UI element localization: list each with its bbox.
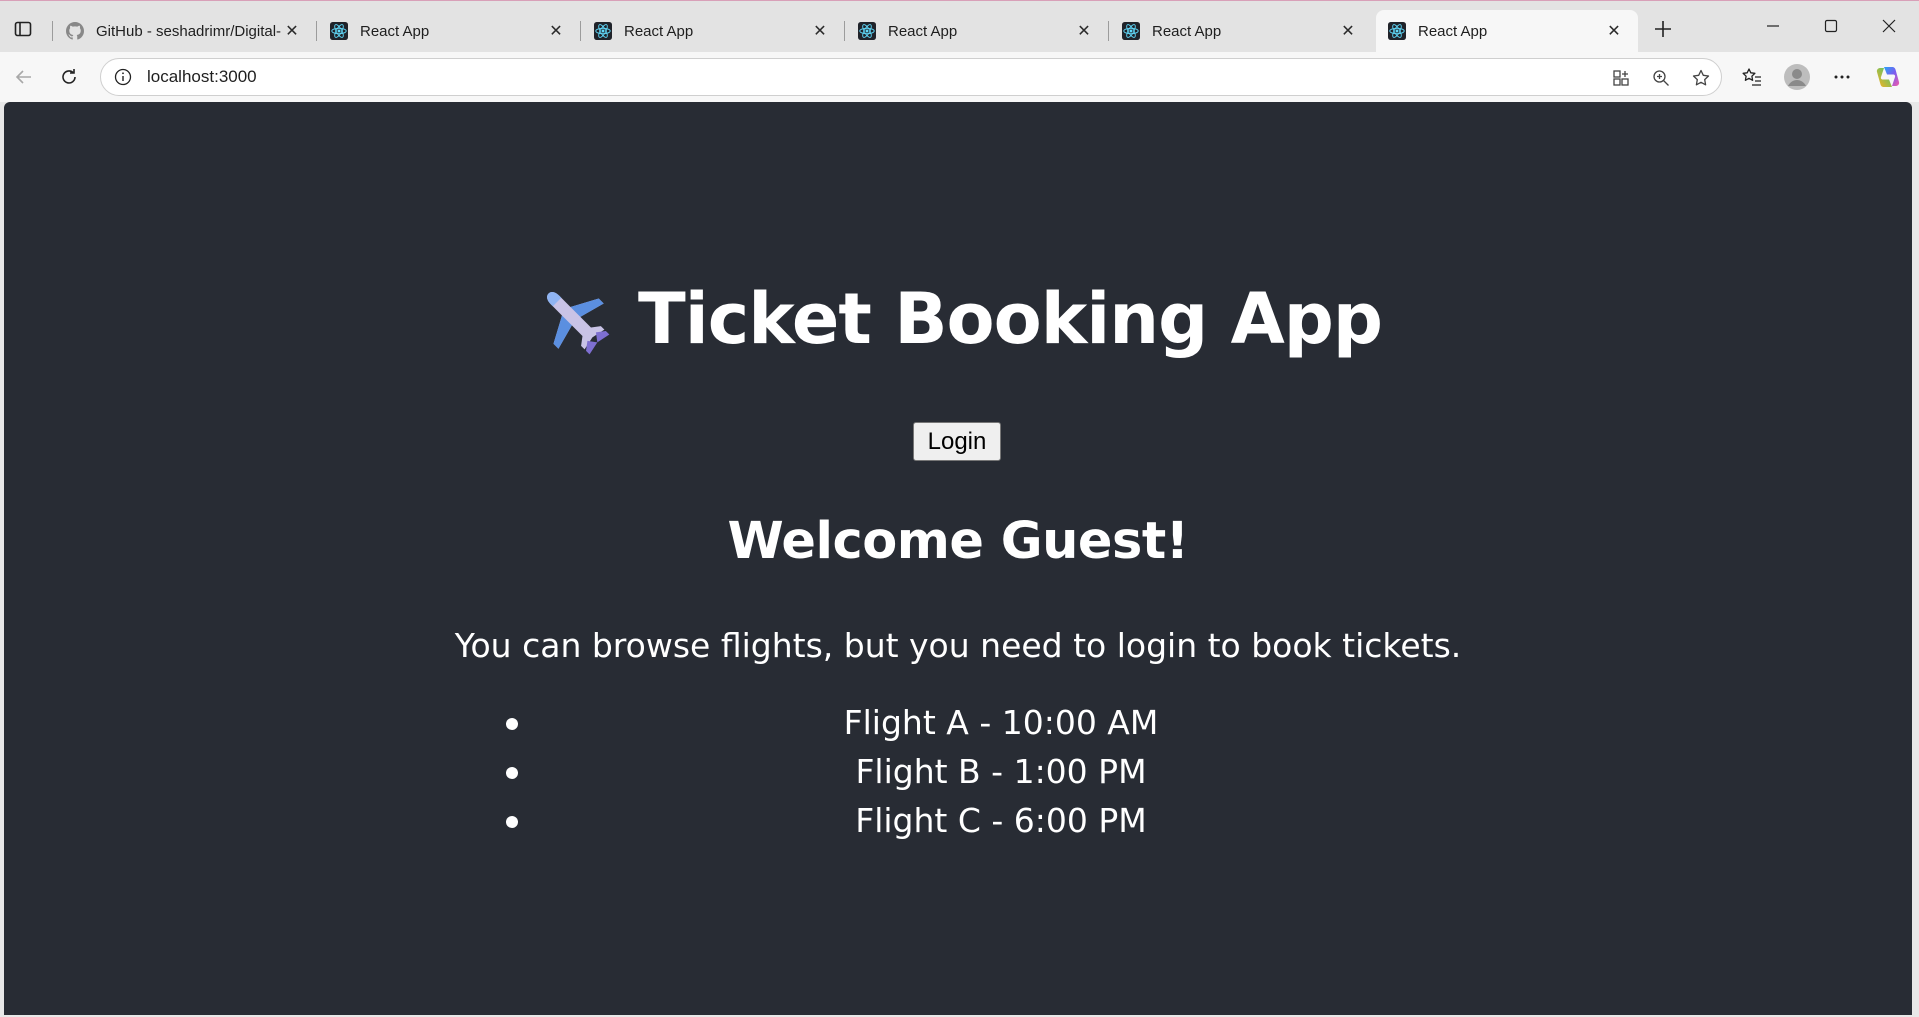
login-button[interactable]: Login bbox=[913, 422, 1001, 461]
browser-toolbar: localhost:3000 bbox=[0, 52, 1919, 102]
tab-title: React App bbox=[1418, 22, 1488, 40]
react-icon bbox=[1388, 22, 1406, 40]
tab-title: React App bbox=[624, 22, 694, 40]
react-icon bbox=[594, 22, 612, 40]
new-tab-icon[interactable] bbox=[1648, 14, 1678, 44]
refresh-icon[interactable] bbox=[53, 61, 85, 93]
tab-strip: GitHub - seshadrimr/Digital- ✕ React App… bbox=[0, 1, 1919, 52]
airplane-icon bbox=[547, 292, 610, 355]
minimize-icon[interactable] bbox=[1748, 9, 1798, 43]
close-tab-icon[interactable]: ✕ bbox=[1604, 21, 1624, 41]
flight-item: Flight A - 10:00 AM bbox=[506, 698, 1466, 747]
browser-window: GitHub - seshadrimr/Digital- ✕ React App… bbox=[0, 0, 1919, 1017]
browse-message: You can browse flights, but you need to … bbox=[454, 626, 1462, 665]
tab-github[interactable]: GitHub - seshadrimr/Digital- ✕ bbox=[52, 10, 316, 52]
flight-list: Flight A - 10:00 AM Flight B - 1:00 PM F… bbox=[506, 698, 1466, 845]
app-page: Ticket Booking App Login Welcome Guest! … bbox=[4, 102, 1912, 1015]
react-icon bbox=[330, 22, 348, 40]
copilot-icon[interactable] bbox=[1872, 61, 1904, 93]
address-bar[interactable]: localhost:3000 bbox=[100, 58, 1722, 96]
close-tab-icon[interactable]: ✕ bbox=[810, 21, 830, 41]
react-icon bbox=[858, 22, 876, 40]
site-info-icon[interactable] bbox=[111, 65, 135, 89]
app-available-icon[interactable] bbox=[1601, 68, 1641, 88]
tab-react-app[interactable]: React App ✕ bbox=[1108, 10, 1372, 52]
tab-title: React App bbox=[360, 22, 430, 40]
welcome-heading: Welcome Guest! bbox=[727, 512, 1189, 571]
app-title: Ticket Booking App bbox=[637, 278, 1383, 360]
tab-title: GitHub - seshadrimr/Digital- bbox=[96, 22, 282, 40]
address-url[interactable]: localhost:3000 bbox=[147, 67, 257, 87]
flight-item: Flight C - 6:00 PM bbox=[506, 796, 1466, 845]
close-window-icon[interactable] bbox=[1864, 9, 1914, 43]
favorites-icon[interactable] bbox=[1736, 61, 1768, 93]
close-tab-icon[interactable]: ✕ bbox=[546, 21, 566, 41]
close-tab-icon[interactable]: ✕ bbox=[282, 21, 302, 41]
tab-react-app-active[interactable]: React App ✕ bbox=[1376, 10, 1638, 52]
tab-title: React App bbox=[1152, 22, 1222, 40]
tab-actions-icon[interactable] bbox=[8, 14, 38, 44]
more-options-icon[interactable] bbox=[1826, 61, 1858, 93]
github-icon bbox=[66, 22, 84, 40]
zoom-icon[interactable] bbox=[1641, 68, 1681, 88]
maximize-icon[interactable] bbox=[1806, 9, 1856, 43]
close-tab-icon[interactable]: ✕ bbox=[1074, 21, 1094, 41]
tab-react-app[interactable]: React App ✕ bbox=[844, 10, 1108, 52]
tab-react-app[interactable]: React App ✕ bbox=[580, 10, 844, 52]
profile-avatar-icon[interactable] bbox=[1781, 61, 1813, 93]
flight-item: Flight B - 1:00 PM bbox=[506, 747, 1466, 796]
react-icon bbox=[1122, 22, 1140, 40]
app-heading: Ticket Booking App bbox=[4, 278, 1912, 360]
back-icon[interactable] bbox=[8, 61, 40, 93]
tab-title: React App bbox=[888, 22, 958, 40]
tab-react-app[interactable]: React App ✕ bbox=[316, 10, 580, 52]
close-tab-icon[interactable]: ✕ bbox=[1338, 21, 1358, 41]
favorite-star-icon[interactable] bbox=[1681, 68, 1721, 88]
